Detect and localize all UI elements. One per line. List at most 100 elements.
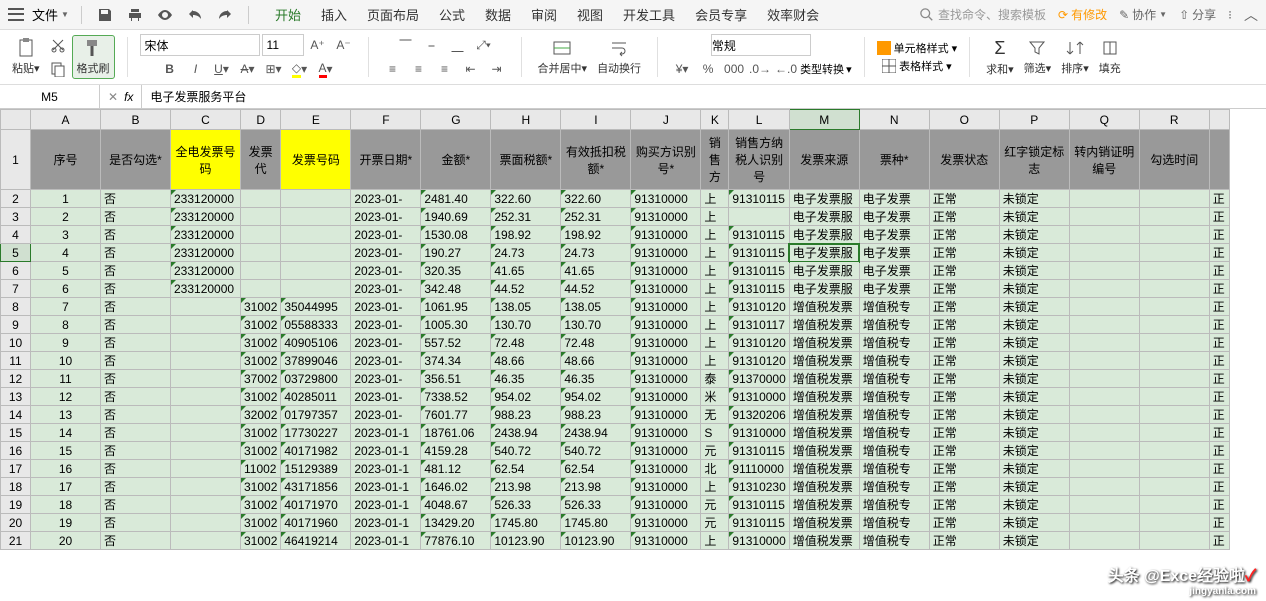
- cell-P10[interactable]: 未锁定: [999, 334, 1069, 352]
- row-head-16[interactable]: 16: [1, 442, 31, 460]
- cell-Q13[interactable]: [1069, 388, 1139, 406]
- cell-R9[interactable]: [1139, 316, 1209, 334]
- cell-C21[interactable]: [171, 532, 241, 550]
- cell-B2[interactable]: 否: [101, 190, 171, 208]
- cell-E14[interactable]: 01797357: [281, 406, 351, 424]
- cell-E12[interactable]: 03729800: [281, 370, 351, 388]
- cell-A12[interactable]: 11: [31, 370, 101, 388]
- cell-R3[interactable]: [1139, 208, 1209, 226]
- align-bottom-icon[interactable]: ⎽: [446, 34, 470, 56]
- cell-G5[interactable]: 190.27: [421, 244, 491, 262]
- cell-F21[interactable]: 2023-01-1: [351, 532, 421, 550]
- cell-N2[interactable]: 电子发票: [859, 190, 929, 208]
- cell-J8[interactable]: 91310000: [631, 298, 701, 316]
- cell-C13[interactable]: [171, 388, 241, 406]
- print-icon[interactable]: [124, 4, 146, 26]
- cell-B3[interactable]: 否: [101, 208, 171, 226]
- cell-E18[interactable]: 43171856: [281, 478, 351, 496]
- cell-Q10[interactable]: [1069, 334, 1139, 352]
- has-changes[interactable]: ⟳有修改: [1058, 6, 1107, 23]
- tab-formula[interactable]: 公式: [439, 5, 465, 24]
- cell-N20[interactable]: 增值税专: [859, 514, 929, 532]
- cell-C10[interactable]: [171, 334, 241, 352]
- collapse-ribbon-icon[interactable]: ︿: [1244, 5, 1258, 25]
- cell-E7[interactable]: [281, 280, 351, 298]
- tab-data[interactable]: 数据: [485, 5, 511, 24]
- cell-H16[interactable]: 540.72: [491, 442, 561, 460]
- cell-P14[interactable]: 未锁定: [999, 406, 1069, 424]
- cell-N9[interactable]: 增值税专: [859, 316, 929, 334]
- cell-D20[interactable]: 31002: [241, 514, 281, 532]
- cell-6[interactable]: 正: [1209, 262, 1229, 280]
- cell-19[interactable]: 正: [1209, 496, 1229, 514]
- cell-A14[interactable]: 13: [31, 406, 101, 424]
- hamburger-icon[interactable]: [8, 7, 24, 23]
- orientation-icon[interactable]: ⤢▾: [472, 34, 496, 56]
- cell-L9[interactable]: 91310117: [729, 316, 789, 334]
- col-head-A[interactable]: A: [31, 110, 101, 130]
- cell-L14[interactable]: 91320206: [729, 406, 789, 424]
- row-head-18[interactable]: 18: [1, 478, 31, 496]
- cell-B20[interactable]: 否: [101, 514, 171, 532]
- col-head-I[interactable]: I: [561, 110, 631, 130]
- type-convert[interactable]: 类型转换▾: [800, 58, 852, 80]
- cell-O20[interactable]: 正常: [929, 514, 999, 532]
- cell-Q15[interactable]: [1069, 424, 1139, 442]
- cell-D9[interactable]: 31002: [241, 316, 281, 334]
- formula-input[interactable]: 电子发票服务平台: [142, 88, 1266, 105]
- cell-4[interactable]: 正: [1209, 226, 1229, 244]
- cell-N18[interactable]: 增值税专: [859, 478, 929, 496]
- cell-D17[interactable]: 11002: [241, 460, 281, 478]
- row-head-2[interactable]: 2: [1, 190, 31, 208]
- cell-B18[interactable]: 否: [101, 478, 171, 496]
- cell-K3[interactable]: 上: [701, 208, 729, 226]
- cell-G6[interactable]: 320.35: [421, 262, 491, 280]
- col-head-C[interactable]: C: [171, 110, 241, 130]
- font-color-icon[interactable]: A▾: [314, 58, 338, 80]
- cell-L10[interactable]: 91310120: [729, 334, 789, 352]
- cell-O8[interactable]: 正常: [929, 298, 999, 316]
- cell-N11[interactable]: 增值税专: [859, 352, 929, 370]
- decrease-font-icon[interactable]: A⁻: [332, 34, 356, 56]
- cell-B19[interactable]: 否: [101, 496, 171, 514]
- cell-L11[interactable]: 91310120: [729, 352, 789, 370]
- cell-J21[interactable]: 91310000: [631, 532, 701, 550]
- font-size-select[interactable]: [262, 34, 304, 56]
- cell-H7[interactable]: 44.52: [491, 280, 561, 298]
- cell-G15[interactable]: 18761.06: [421, 424, 491, 442]
- cell-E13[interactable]: 40285011: [281, 388, 351, 406]
- cell-I7[interactable]: 44.52: [561, 280, 631, 298]
- cell-H4[interactable]: 198.92: [491, 226, 561, 244]
- tab-review[interactable]: 审阅: [531, 5, 557, 24]
- col-head-J[interactable]: J: [631, 110, 701, 130]
- cell-P20[interactable]: 未锁定: [999, 514, 1069, 532]
- cell-M18[interactable]: 增值税发票: [789, 478, 859, 496]
- cell-P6[interactable]: 未锁定: [999, 262, 1069, 280]
- cell-A8[interactable]: 7: [31, 298, 101, 316]
- cell-K9[interactable]: 上: [701, 316, 729, 334]
- cell-A18[interactable]: 17: [31, 478, 101, 496]
- cell-14[interactable]: 正: [1209, 406, 1229, 424]
- cell-R21[interactable]: [1139, 532, 1209, 550]
- cell-A9[interactable]: 8: [31, 316, 101, 334]
- cell-L7[interactable]: 91310115: [729, 280, 789, 298]
- cell-G17[interactable]: 481.12: [421, 460, 491, 478]
- cell-N10[interactable]: 增值税专: [859, 334, 929, 352]
- cell-F9[interactable]: 2023-01-: [351, 316, 421, 334]
- cell-Q2[interactable]: [1069, 190, 1139, 208]
- cell-D3[interactable]: [241, 208, 281, 226]
- cell-K8[interactable]: 上: [701, 298, 729, 316]
- cell-L4[interactable]: 91310115: [729, 226, 789, 244]
- cell-L12[interactable]: 91370000: [729, 370, 789, 388]
- cell-I10[interactable]: 72.48: [561, 334, 631, 352]
- save-icon[interactable]: [94, 4, 116, 26]
- cell-L21[interactable]: 91310000: [729, 532, 789, 550]
- cell-K13[interactable]: 米: [701, 388, 729, 406]
- underline-icon[interactable]: U▾: [210, 58, 234, 80]
- merge-center-button[interactable]: 合并居中▾: [534, 36, 592, 78]
- cell-A16[interactable]: 15: [31, 442, 101, 460]
- cell-R12[interactable]: [1139, 370, 1209, 388]
- header-cell[interactable]: 全电发票号码: [171, 130, 241, 190]
- cell-R11[interactable]: [1139, 352, 1209, 370]
- cell-J11[interactable]: 91310000: [631, 352, 701, 370]
